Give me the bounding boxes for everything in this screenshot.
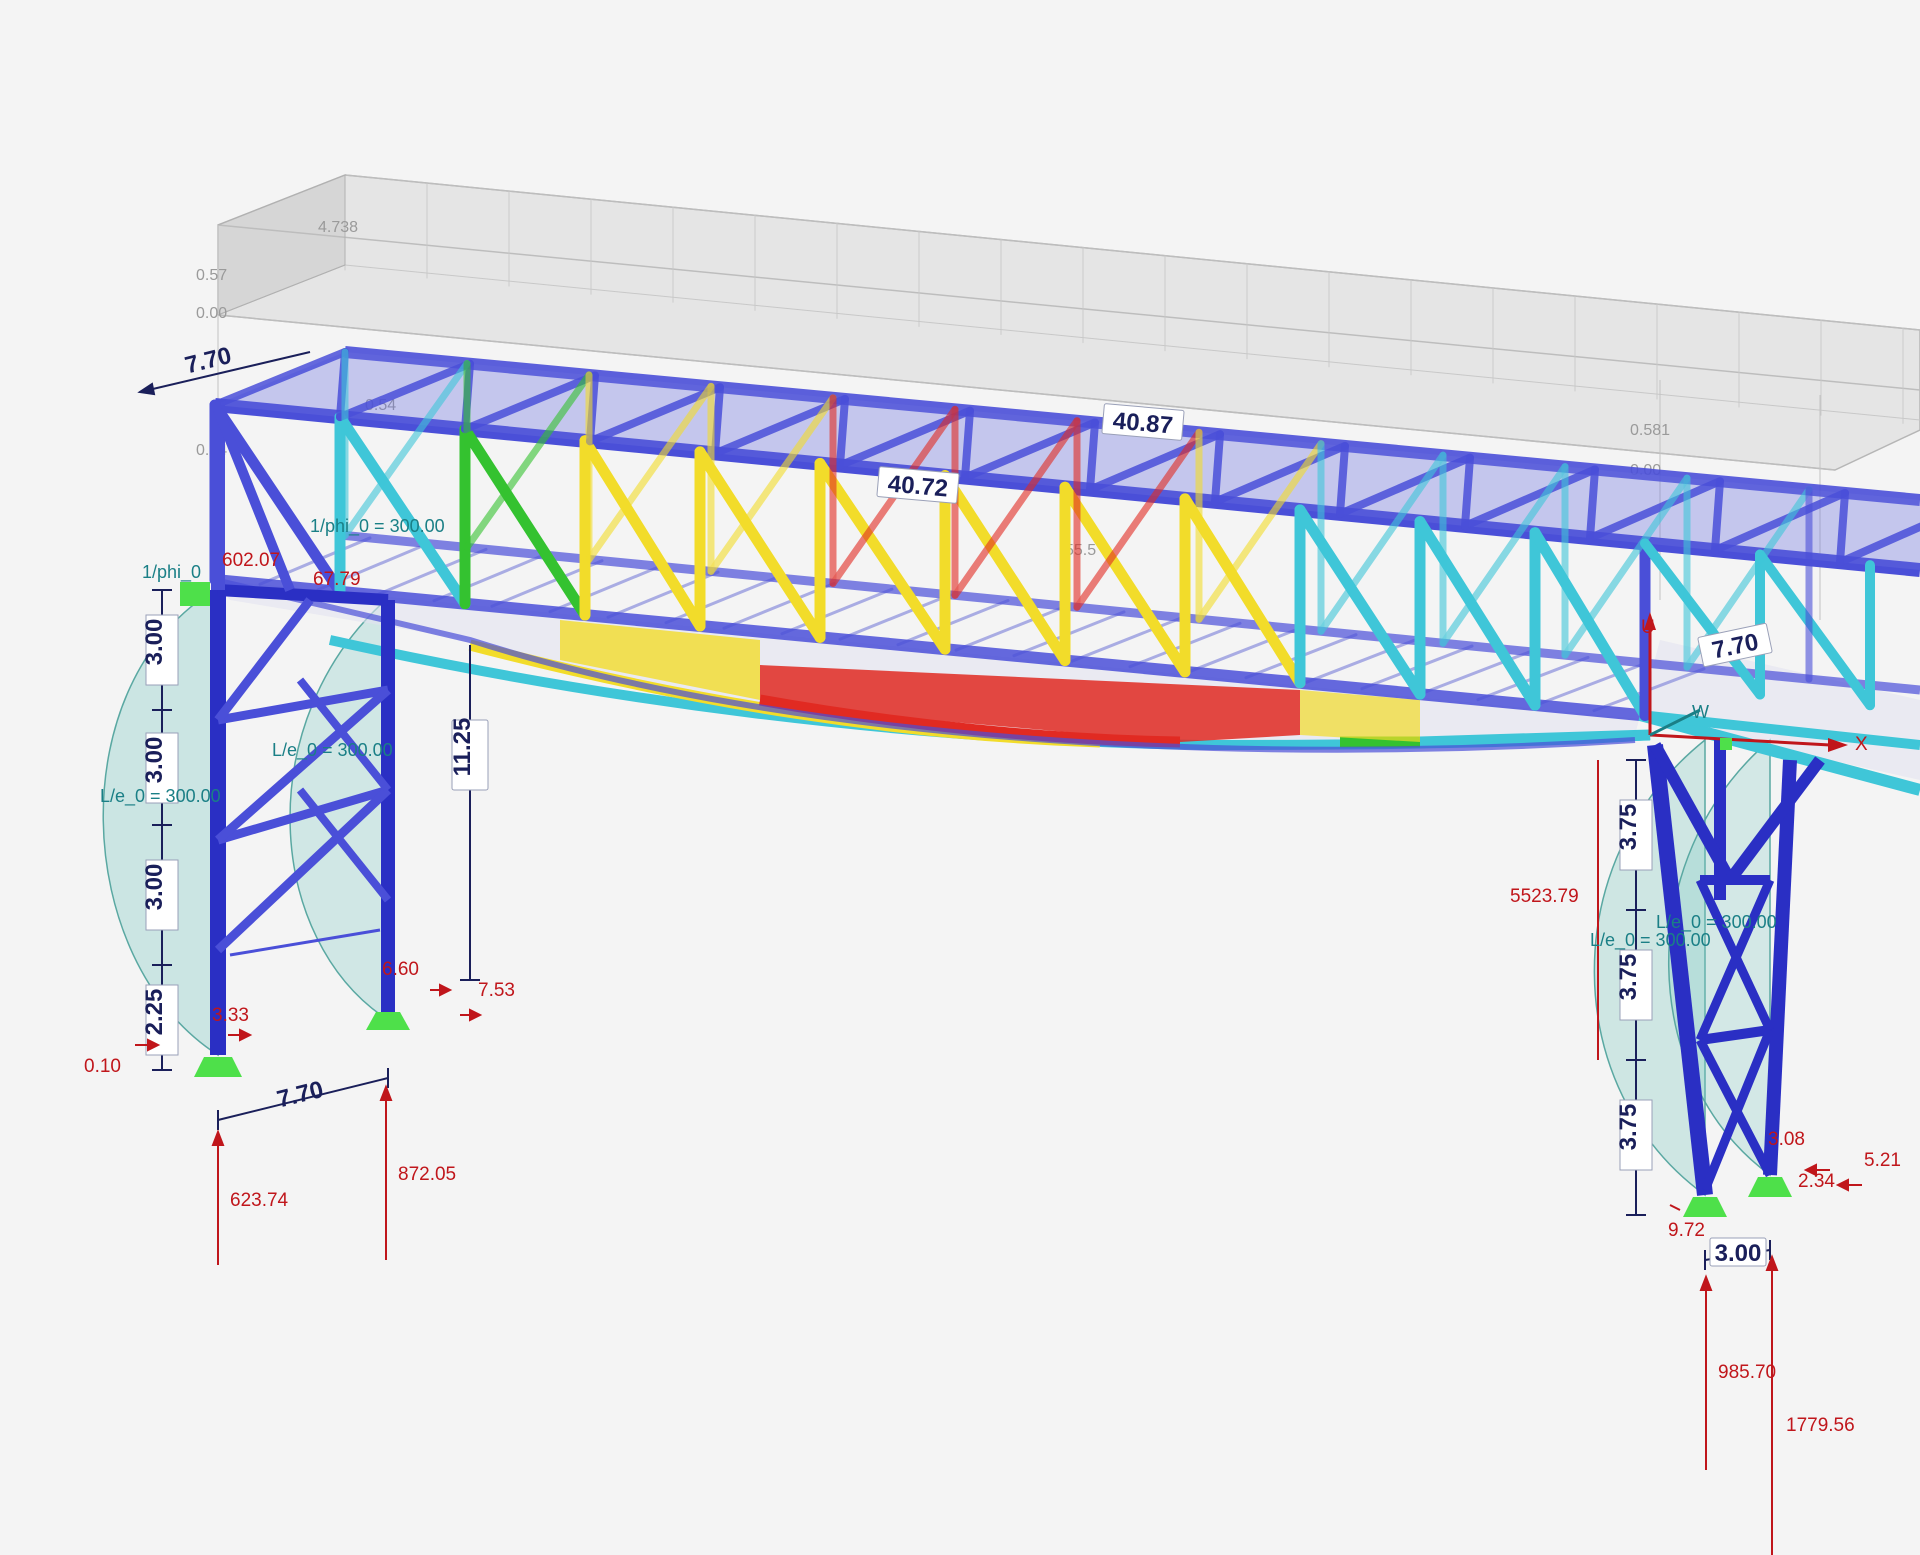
reaction-left-back-horizontal: 6.60 [382, 959, 419, 980]
axis-u-label: U [1641, 617, 1655, 638]
truss-member [1086, 418, 1099, 494]
left-segment-4: 2.25 [141, 989, 168, 1036]
axis-x-label: X [1855, 734, 1868, 755]
truss-member [1711, 477, 1724, 555]
imperfection-left-le-1: L/e_0 = 300.00 [100, 786, 221, 807]
reaction-left-top-1: 602.07 [222, 550, 280, 571]
reaction-left-front-horizontal-b: 3.33 [212, 1005, 249, 1026]
right-segment-2: 3.75 [1615, 954, 1642, 1001]
axis-w-label: W [1692, 702, 1709, 722]
truss-member [836, 394, 849, 470]
svg-text:3.00: 3.00 [1715, 1240, 1762, 1267]
structure-model-viewport[interactable]: 0.00 0.57 4.738 0.84 0.54 0.00 0.581 0.5… [0, 0, 1920, 1555]
svg-text:40.72: 40.72 [887, 470, 949, 502]
support-left-top-icon[interactable] [180, 582, 210, 606]
reaction-left-back-vertical: 872.05 [398, 1164, 456, 1185]
ghost-label-3: 4.738 [318, 219, 358, 236]
left-segment-2: 3.00 [141, 737, 168, 784]
reaction-left-back-horizontal-b: 7.53 [478, 980, 515, 1001]
reaction-right-horizontal-b: 9.72 [1668, 1220, 1705, 1241]
truss-member [1336, 441, 1349, 518]
reaction-right-horizontal-a: 5523.79 [1510, 886, 1579, 907]
reaction-right-horizontal-e: 5.21 [1864, 1150, 1901, 1171]
ghost-label-7: 0.581 [1630, 422, 1670, 439]
label-clearance-height: 11.25 [449, 718, 489, 791]
truss-member [711, 383, 724, 458]
right-segment-1: 3.75 [1615, 804, 1642, 851]
imperfection-left-le-2: L/e_0 = 300.00 [272, 740, 393, 761]
imperfection-left-phi-1: 1/phi_0 [142, 562, 201, 583]
label-span-top: 40.87 [1101, 403, 1185, 441]
truss-member [1836, 488, 1849, 567]
right-segment-3: 3.75 [1615, 1104, 1642, 1151]
reaction-left-front-horizontal: 0.10 [84, 1056, 121, 1077]
left-segment-3: 3.00 [141, 864, 168, 911]
left-segment-1: 3.00 [141, 619, 168, 666]
svg-text:40.87: 40.87 [1112, 407, 1174, 439]
reaction-left-front-vertical: 623.74 [230, 1190, 289, 1211]
truss-member [961, 406, 974, 482]
reaction-left-top-2: 67.79 [313, 569, 361, 590]
ghost-label-2: 0.57 [196, 267, 227, 284]
imperfection-right-le-2: L/e_0 = 300.00 [1590, 930, 1711, 951]
truss-member [1586, 465, 1599, 543]
truss-member [1211, 430, 1224, 506]
right-column-dims: 3.75 3.75 3.75 [1615, 799, 1653, 1171]
label-span-lower: 40.72 [876, 466, 960, 504]
reaction-right-back-vertical: 1779.56 [1786, 1415, 1855, 1436]
reaction-right-horizontal-c: 3.08 [1768, 1129, 1805, 1150]
label-base-width-right: 3.00 [1709, 1237, 1767, 1267]
imperfection-left-phi-2: 1/phi_0 = 300.00 [310, 516, 445, 537]
reaction-right-horizontal-d: 2.34 [1798, 1171, 1835, 1192]
truss-member [1461, 453, 1474, 530]
svg-text:11.25: 11.25 [449, 718, 476, 777]
ghost-label-1: 0.00 [196, 305, 227, 322]
reaction-right-front-vertical: 985.70 [1718, 1362, 1776, 1383]
